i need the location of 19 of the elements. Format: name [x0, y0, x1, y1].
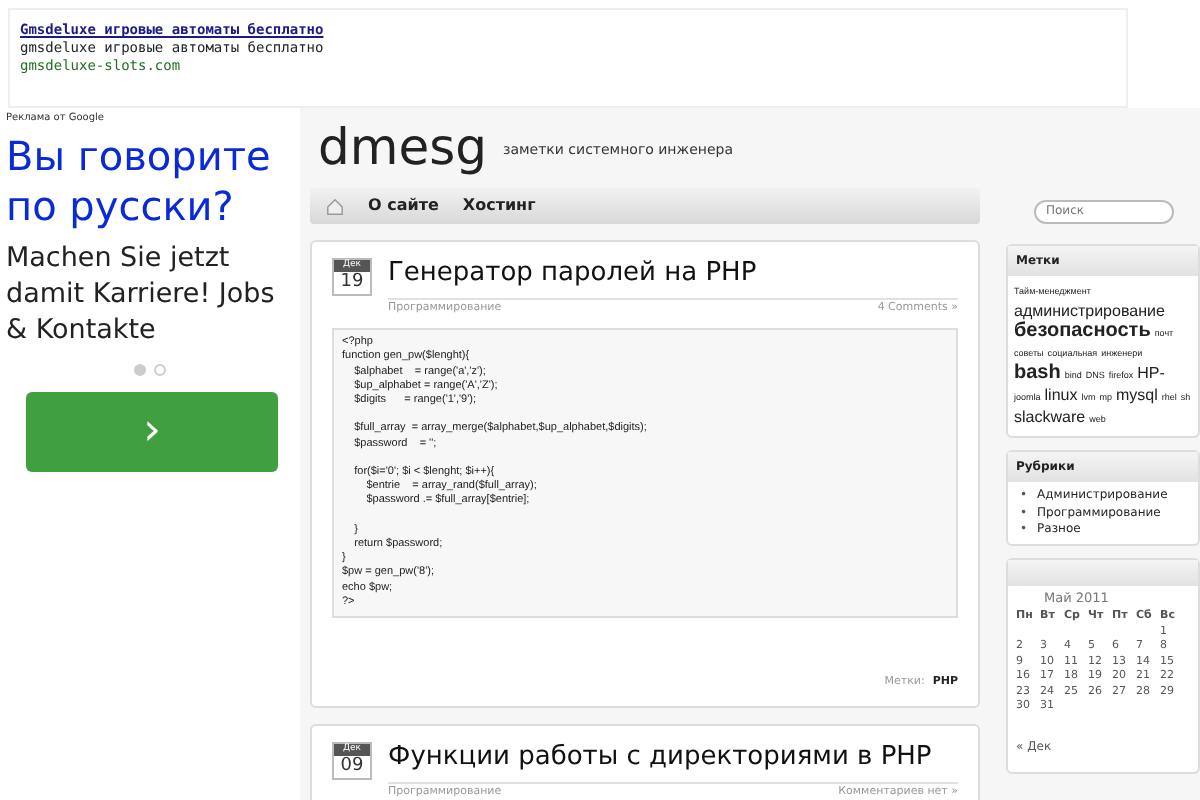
pager-dot[interactable]: [134, 363, 146, 375]
nav-link[interactable]: Хостинг: [462, 194, 536, 218]
post-title[interactable]: Генератор паролей на PHP: [388, 258, 958, 290]
ad-text: Machen Sie jetzt damit Karriere! Jobs & Kontakte: [6, 239, 277, 347]
date-day: 19: [334, 272, 370, 294]
ad-headline: Вы говорите по русски?: [6, 131, 273, 231]
date-day: 09: [334, 756, 370, 779]
tag-link[interactable]: HP-: [1137, 364, 1165, 384]
tag-link[interactable]: linux: [1044, 386, 1078, 406]
tag-link[interactable]: slackware: [1014, 408, 1086, 428]
tag-link[interactable]: mysql: [1115, 386, 1158, 406]
tag-link[interactable]: безопасность: [1014, 322, 1151, 342]
pager-dot[interactable]: [154, 363, 166, 375]
site-title: dmesg: [318, 120, 487, 176]
tag-link[interactable]: администрирование: [1014, 302, 1165, 322]
post-title[interactable]: Функции работы с директориями в PHP: [388, 742, 958, 775]
tag-link[interactable]: bash: [1014, 364, 1061, 384]
nav-link[interactable]: О сайте: [368, 194, 439, 218]
home-icon[interactable]: [326, 197, 344, 215]
